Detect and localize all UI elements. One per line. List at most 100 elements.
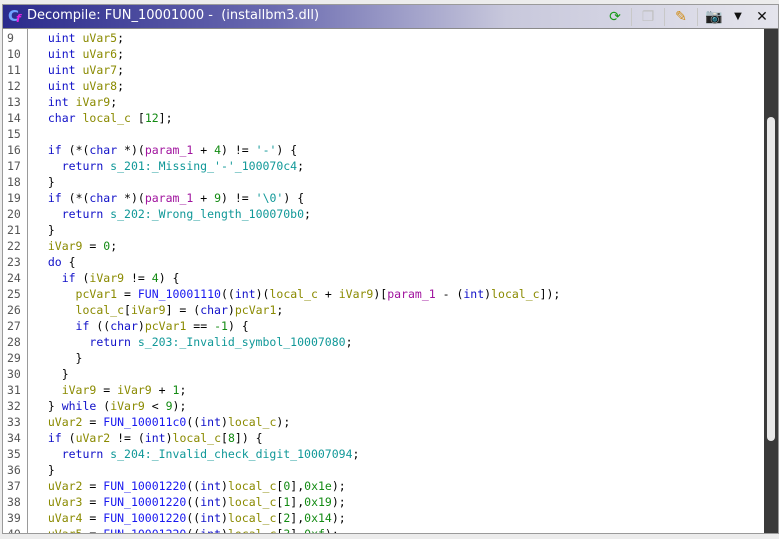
- constant-token[interactable]: 0x1e: [304, 479, 332, 493]
- variable-token[interactable]: local_c: [228, 479, 276, 493]
- keyword-token[interactable]: if: [48, 431, 62, 445]
- keyword-token[interactable]: char: [200, 303, 228, 317]
- variable-token[interactable]: local_c: [491, 287, 539, 301]
- variable-token[interactable]: local_c: [228, 527, 276, 533]
- code-line[interactable]: 17 return s_201:_Missing_'-'_100070c4;: [3, 158, 764, 174]
- constant-token[interactable]: 9: [166, 399, 173, 413]
- code-view[interactable]: 9 uint uVar5; 10 uint uVar6; 11 uint uVar7…: [3, 29, 764, 533]
- variable-token[interactable]: local_c: [269, 287, 317, 301]
- variable-token[interactable]: uVar3: [48, 495, 83, 509]
- code-line[interactable]: 11 uint uVar7;: [3, 62, 764, 78]
- variable-token[interactable]: pcVar1: [235, 303, 277, 317]
- code-line[interactable]: 32 } while (iVar9 < 9);: [3, 398, 764, 414]
- code-line[interactable]: 9 uint uVar5;: [3, 30, 764, 46]
- keyword-token[interactable]: return: [62, 159, 104, 173]
- parameter-token[interactable]: param_1: [145, 191, 193, 205]
- code-line[interactable]: 37 uVar2 = FUN_10001220((int)local_c[0],…: [3, 478, 764, 494]
- keyword-token[interactable]: int: [200, 415, 221, 429]
- string-token[interactable]: s_202:_Wrong_length_100070b0: [103, 207, 304, 221]
- keyword-token[interactable]: int: [48, 95, 69, 109]
- code-line[interactable]: 28 return s_203:_Invalid_symbol_10007080…: [3, 334, 764, 350]
- variable-token[interactable]: iVar9: [69, 95, 111, 109]
- variable-token[interactable]: iVar9: [62, 383, 97, 397]
- variable-token[interactable]: local_c: [76, 303, 124, 317]
- variable-token[interactable]: uVar4: [48, 511, 83, 525]
- keyword-token[interactable]: int: [235, 287, 256, 301]
- variable-token[interactable]: local_c: [228, 415, 276, 429]
- code-line[interactable]: 14 char local_c [12];: [3, 110, 764, 126]
- code-line[interactable]: 27 if ((char)pcVar1 == -1) {: [3, 318, 764, 334]
- code-line[interactable]: 10 uint uVar6;: [3, 46, 764, 62]
- code-line[interactable]: 25 pcVar1 = FUN_10001110((int)(local_c +…: [3, 286, 764, 302]
- variable-token[interactable]: local_c: [228, 511, 276, 525]
- string-token[interactable]: '\0': [256, 191, 284, 205]
- constant-token[interactable]: 12: [145, 111, 159, 125]
- copy-button[interactable]: ❐: [636, 7, 660, 27]
- string-token[interactable]: '-': [256, 143, 277, 157]
- code-line[interactable]: 18 }: [3, 174, 764, 190]
- function-call-token[interactable]: FUN_10001220: [103, 527, 186, 533]
- code-line[interactable]: 19 if (*(char *)(param_1 + 9) != '\0') {: [3, 190, 764, 206]
- keyword-token[interactable]: if: [48, 143, 62, 157]
- keyword-token[interactable]: int: [145, 431, 166, 445]
- keyword-token[interactable]: int: [200, 511, 221, 525]
- variable-token[interactable]: uVar2: [48, 415, 83, 429]
- function-call-token[interactable]: FUN_10001220: [103, 495, 186, 509]
- constant-token[interactable]: 0xf: [304, 527, 325, 533]
- code-line[interactable]: 29 }: [3, 350, 764, 366]
- code-line[interactable]: 40 uVar5 = FUN_10001220((int)local_c[3],…: [3, 526, 764, 533]
- code-line[interactable]: 13 int iVar9;: [3, 94, 764, 110]
- code-line[interactable]: 23 do {: [3, 254, 764, 270]
- constant-token[interactable]: 0x14: [304, 511, 332, 525]
- code-line[interactable]: 20 return s_202:_Wrong_length_100070b0;: [3, 206, 764, 222]
- keyword-token[interactable]: char: [110, 319, 138, 333]
- keyword-token[interactable]: int: [463, 287, 484, 301]
- keyword-token[interactable]: uint: [48, 31, 76, 45]
- parameter-token[interactable]: param_1: [387, 287, 435, 301]
- code-line[interactable]: 12 uint uVar8;: [3, 78, 764, 94]
- constant-token[interactable]: 9: [214, 191, 221, 205]
- variable-token[interactable]: iVar9: [339, 287, 374, 301]
- code-line[interactable]: 38 uVar3 = FUN_10001220((int)local_c[1],…: [3, 494, 764, 510]
- code-line[interactable]: 16 if (*(char *)(param_1 + 4) != '-') {: [3, 142, 764, 158]
- function-call-token[interactable]: FUN_10001220: [103, 511, 186, 525]
- menu-dropdown-button[interactable]: ▼: [726, 7, 750, 27]
- keyword-token[interactable]: return: [62, 207, 104, 221]
- keyword-token[interactable]: int: [200, 527, 221, 533]
- keyword-token[interactable]: do: [48, 255, 62, 269]
- code-line[interactable]: 39 uVar4 = FUN_10001220((int)local_c[2],…: [3, 510, 764, 526]
- refresh-button[interactable]: ⟳: [603, 7, 627, 27]
- variable-token[interactable]: iVar9: [117, 383, 152, 397]
- keyword-token[interactable]: int: [200, 479, 221, 493]
- keyword-token[interactable]: return: [62, 447, 104, 461]
- code-line[interactable]: 36 }: [3, 462, 764, 478]
- function-call-token[interactable]: FUN_10001110: [138, 287, 221, 301]
- string-token[interactable]: s_204:_Invalid_check_digit_10007094: [103, 447, 352, 461]
- keyword-token[interactable]: if: [62, 271, 76, 285]
- variable-token[interactable]: uVar5: [48, 527, 83, 533]
- variable-token[interactable]: pcVar1: [145, 319, 187, 333]
- variable-token[interactable]: iVar9: [110, 399, 145, 413]
- keyword-token[interactable]: while: [62, 399, 97, 413]
- code-line[interactable]: 33 uVar2 = FUN_100011c0((int)local_c);: [3, 414, 764, 430]
- code-line[interactable]: 15: [3, 126, 764, 142]
- scrollbar-thumb[interactable]: [767, 117, 775, 441]
- string-token[interactable]: s_203:_Invalid_symbol_10007080: [131, 335, 346, 349]
- keyword-token[interactable]: int: [200, 495, 221, 509]
- keyword-token[interactable]: uint: [48, 63, 76, 77]
- function-call-token[interactable]: FUN_10001220: [103, 479, 186, 493]
- vertical-scrollbar[interactable]: [764, 29, 778, 533]
- variable-token[interactable]: iVar9: [131, 303, 166, 317]
- code-line[interactable]: 34 if (uVar2 != (int)local_c[8]) {: [3, 430, 764, 446]
- keyword-token[interactable]: return: [89, 335, 131, 349]
- keyword-token[interactable]: uint: [48, 47, 76, 61]
- code-line[interactable]: 21 }: [3, 222, 764, 238]
- constant-token[interactable]: -1: [214, 319, 228, 333]
- variable-token[interactable]: uVar2: [76, 431, 111, 445]
- function-call-token[interactable]: FUN_100011c0: [103, 415, 186, 429]
- variable-token[interactable]: uVar5: [76, 31, 117, 45]
- code-line[interactable]: 24 if (iVar9 != 4) {: [3, 270, 764, 286]
- parameter-token[interactable]: param_1: [145, 143, 193, 157]
- title-bar[interactable]: Cf Decompile: FUN_10001000 - (installbm3…: [3, 5, 778, 29]
- close-button[interactable]: ✕: [750, 7, 774, 27]
